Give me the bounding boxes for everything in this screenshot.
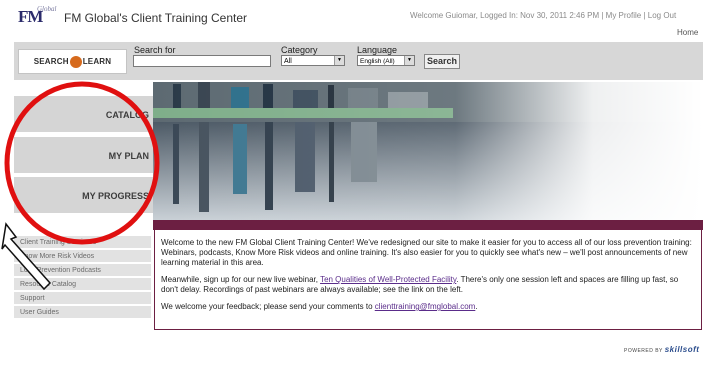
chevron-down-icon[interactable]: ▼ bbox=[404, 56, 414, 65]
menu-my-progress[interactable]: MY PROGRESS bbox=[14, 177, 153, 215]
powered-by-badge: POWERED BY skillsoft bbox=[624, 345, 699, 354]
category-select[interactable]: All ▼ bbox=[281, 55, 345, 66]
search-button[interactable]: Search bbox=[424, 54, 460, 69]
announcement-paragraph-1: Welcome to the new FM Global Client Trai… bbox=[161, 238, 692, 267]
site-title: FM Global's Client Training Center bbox=[64, 11, 248, 25]
logo-subtext: Global bbox=[37, 5, 57, 13]
menu-catalog[interactable]: CATALOG bbox=[14, 96, 153, 134]
submenu-user-guides[interactable]: User Guides bbox=[14, 306, 151, 319]
announcement-paragraph-3: We welcome your feedback; please send yo… bbox=[161, 302, 695, 312]
skillsoft-logo: skillsoft bbox=[664, 345, 700, 354]
paragraph-text: Meanwhile, sign up for our new live webi… bbox=[161, 275, 321, 284]
chevron-down-icon[interactable]: ▼ bbox=[334, 56, 344, 65]
search-learn-logo: SEARCH LEARN bbox=[18, 49, 127, 74]
ampersand-icon bbox=[69, 55, 82, 68]
category-value: All bbox=[284, 58, 292, 65]
language-label: Language bbox=[357, 45, 398, 55]
welcome-user-text[interactable]: Welcome Guiomar, Logged In: Nov 30, 2011… bbox=[410, 11, 676, 20]
logo-left-word: SEARCH bbox=[33, 57, 69, 66]
submenu-know-more-risk-videos[interactable]: Know More Risk Videos bbox=[14, 250, 151, 263]
announcement-box: Welcome to the new FM Global Client Trai… bbox=[154, 229, 702, 330]
powered-by-label: POWERED BY bbox=[624, 348, 663, 354]
home-link[interactable]: Home bbox=[677, 28, 698, 37]
search-input[interactable] bbox=[133, 55, 271, 67]
announcement-paragraph-2: Meanwhile, sign up for our new live webi… bbox=[161, 275, 695, 295]
paragraph-text: We welcome your feedback; please send yo… bbox=[161, 302, 375, 311]
language-value: English (All) bbox=[360, 58, 395, 65]
feedback-email-link[interactable]: clienttraining@fmglobal.com bbox=[375, 302, 476, 311]
language-select[interactable]: English (All) ▼ bbox=[357, 55, 415, 66]
submenu-client-training-seminars[interactable]: Client Training Seminars bbox=[14, 236, 151, 249]
search-for-label: Search for bbox=[134, 45, 176, 55]
hero-image-graphic bbox=[153, 82, 703, 220]
category-label: Category bbox=[281, 45, 318, 55]
submenu-loss-prevention-podcasts[interactable]: Loss Prevention Podcasts bbox=[14, 264, 151, 277]
submenu-resource-catalog[interactable]: Resource Catalog bbox=[14, 278, 151, 291]
webinar-link[interactable]: Ten Qualities of Well-Protected Facility bbox=[320, 275, 456, 284]
submenu-support[interactable]: Support bbox=[14, 292, 151, 305]
paragraph-text: . bbox=[475, 302, 478, 311]
menu-my-plan[interactable]: MY PLAN bbox=[14, 137, 153, 175]
hero-image bbox=[153, 82, 703, 220]
logo-right-word: LEARN bbox=[82, 57, 112, 66]
